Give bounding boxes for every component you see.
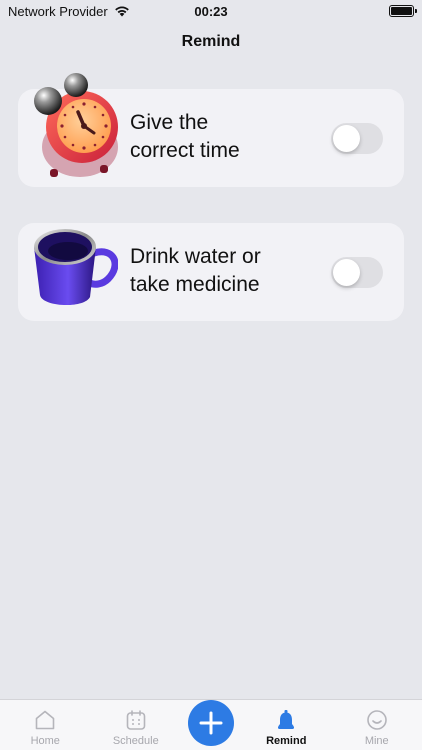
tab-label: Home	[30, 735, 60, 747]
correct-time-toggle[interactable]	[331, 123, 383, 154]
mug-icon	[34, 229, 118, 306]
reminder-label: Give the correct time	[130, 111, 240, 162]
plus-icon	[199, 711, 223, 735]
tab-label: Mine	[364, 735, 389, 747]
tab-remind[interactable]: Remind	[241, 700, 332, 750]
reminder-label: Drink water or take medicine	[130, 245, 261, 296]
toggle-knob	[333, 259, 360, 286]
tab-home[interactable]: Home	[0, 700, 91, 750]
smiley-icon	[366, 710, 387, 730]
tab-mine[interactable]: Mine	[332, 700, 422, 750]
carrier-name: Network Provider	[8, 3, 108, 19]
tab-label: Schedule	[112, 735, 159, 747]
bell-icon	[278, 710, 295, 729]
add-button[interactable]	[188, 700, 234, 746]
reminder-card-correct-time: Give the correct time	[18, 73, 404, 187]
tab-label: Remind	[266, 735, 307, 747]
page-title: Remind	[181, 33, 241, 50]
status-left: Network Provider	[8, 4, 130, 19]
toggle-knob	[333, 125, 360, 152]
battery-icon	[389, 5, 417, 17]
reminder-card-drink-water: Drink water or take medicine	[18, 223, 404, 321]
home-icon	[35, 710, 55, 730]
wifi-icon	[114, 6, 129, 17]
status-bar: Network Provider 00:23	[0, 0, 422, 22]
tab-schedule[interactable]: Schedule	[91, 700, 182, 750]
alarm-clock-icon	[34, 73, 118, 177]
drink-water-toggle[interactable]	[331, 257, 383, 288]
calendar-icon	[126, 710, 146, 730]
